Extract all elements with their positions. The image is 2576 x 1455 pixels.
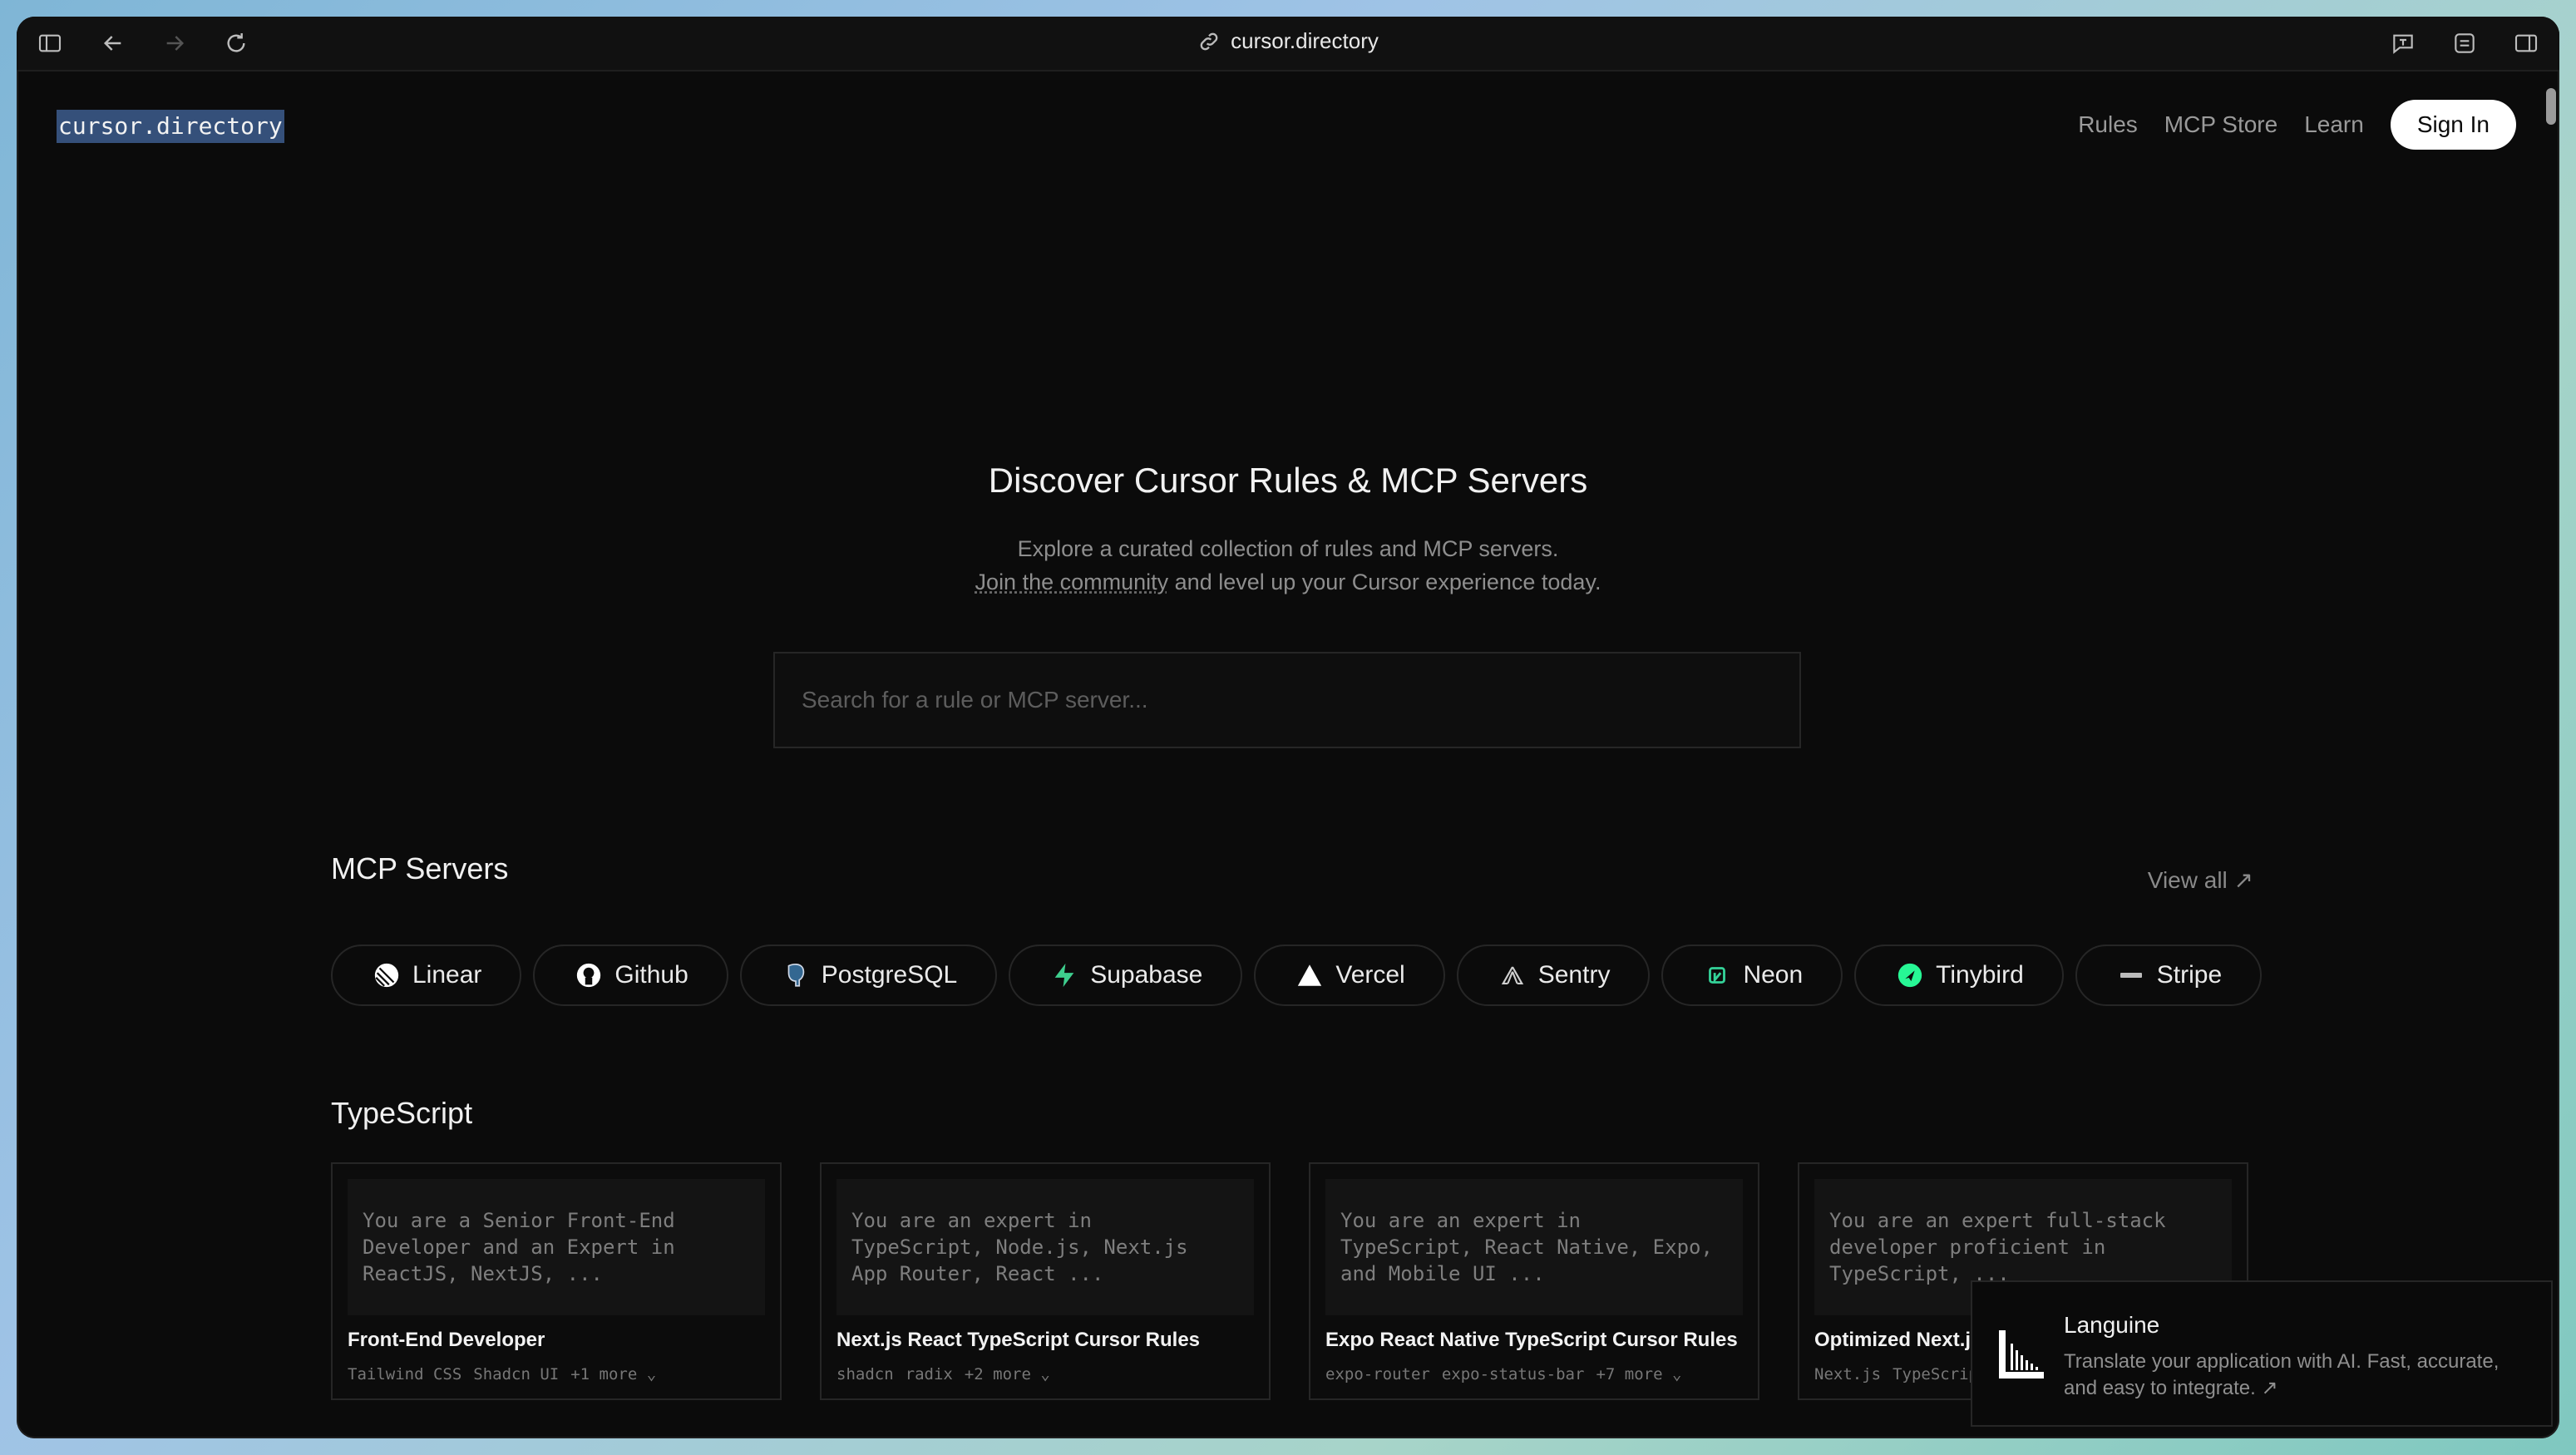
chip-label: Supabase xyxy=(1090,961,1203,989)
rule-tags: Tailwind CSS Shadcn UI +1 more ⌄ xyxy=(348,1365,668,1383)
tinybird-icon xyxy=(1896,961,1924,989)
chip-label: Vercel xyxy=(1335,961,1405,989)
address-bar[interactable]: cursor.directory xyxy=(17,28,2559,54)
sentry-icon xyxy=(1498,961,1527,989)
chip-stripe[interactable]: Stripe xyxy=(2075,945,2262,1006)
chip-supabase[interactable]: Supabase xyxy=(1009,945,1243,1006)
browser-window: cursor.directory cursor.directory Rules … xyxy=(17,17,2559,1438)
languine-promo-toast[interactable]: Languine Translate your application with… xyxy=(1971,1280,2553,1427)
hero-title: Discover Cursor Rules & MCP Servers xyxy=(988,461,1588,500)
neon-icon xyxy=(1703,961,1731,989)
hero-subtitle: Explore a curated collection of rules an… xyxy=(17,532,2559,599)
tag: shadcn xyxy=(836,1365,894,1383)
chip-label: Github xyxy=(614,961,688,989)
stripe-icon xyxy=(2117,961,2145,989)
rule-title: Expo React Native TypeScript Cursor Rule… xyxy=(1325,1329,1738,1351)
more-tags-toggle[interactable]: +1 more ⌄ xyxy=(570,1365,656,1383)
browser-toolbar: cursor.directory xyxy=(17,17,2559,72)
more-tags-toggle[interactable]: +7 more ⌄ xyxy=(1596,1365,1681,1383)
chip-postgresql[interactable]: PostgreSQL xyxy=(739,945,998,1006)
languine-logo-icon xyxy=(1999,1330,2044,1379)
chip-github[interactable]: Github xyxy=(533,945,728,1006)
sign-in-button[interactable]: Sign In xyxy=(2390,100,2516,150)
chip-sentry[interactable]: Sentry xyxy=(1456,945,1651,1006)
page-content: cursor.directory Rules MCP Store Learn S… xyxy=(17,72,2559,1438)
mcp-section-title: MCP Servers xyxy=(331,851,509,885)
join-community-link[interactable]: Join the community xyxy=(975,570,1169,594)
rule-title: Front-End Developer xyxy=(348,1329,545,1351)
chip-label: Linear xyxy=(412,961,482,989)
url-text: cursor.directory xyxy=(1231,28,1379,53)
chat-translate-icon[interactable] xyxy=(2390,30,2416,57)
tag: expo-status-bar xyxy=(1441,1365,1585,1383)
nav-rules[interactable]: Rules xyxy=(2078,111,2138,138)
view-all-link[interactable]: View all ↗ xyxy=(2148,866,2253,894)
chip-tinybird[interactable]: Tinybird xyxy=(1854,945,2064,1006)
rule-card[interactable]: You are an expert in TypeScript, React N… xyxy=(1309,1162,1759,1400)
linear-icon xyxy=(373,961,401,989)
typescript-section-title: TypeScript xyxy=(331,1096,473,1130)
github-icon xyxy=(575,961,603,989)
mcp-chip-row: Linear Github PostgreSQL Supabase Vercel… xyxy=(331,945,2262,1009)
split-view-icon[interactable] xyxy=(2513,30,2539,57)
chip-label: Stripe xyxy=(2156,961,2223,989)
chip-vercel[interactable]: Vercel xyxy=(1254,945,1445,1006)
nav-learn[interactable]: Learn xyxy=(2304,111,2364,138)
search-input[interactable] xyxy=(773,652,1801,748)
hero-line-2: Join the community and level up your Cur… xyxy=(17,565,2559,599)
chip-linear[interactable]: Linear xyxy=(331,945,522,1006)
nav-mcp-store[interactable]: MCP Store xyxy=(2164,111,2277,138)
link-icon xyxy=(1197,30,1221,53)
hero-line-2-rest: and level up your Cursor experience toda… xyxy=(1168,570,1601,594)
chip-neon[interactable]: Neon xyxy=(1661,945,1843,1006)
site-logo[interactable]: cursor.directory xyxy=(57,110,284,143)
rule-code-preview: You are an expert in TypeScript, React N… xyxy=(1325,1179,1743,1315)
top-nav: Rules MCP Store Learn Sign In xyxy=(2078,100,2516,150)
chip-label: PostgreSQL xyxy=(821,961,958,989)
rule-tags: shadcn radix +2 more ⌄ xyxy=(836,1365,1062,1383)
hero-line-1: Explore a curated collection of rules an… xyxy=(1017,536,1559,561)
chip-label: Neon xyxy=(1743,961,1804,989)
rule-code-preview: You are a Senior Front-End Developer and… xyxy=(348,1179,765,1315)
toast-title: Languine xyxy=(2064,1312,2160,1338)
chip-label: Sentry xyxy=(1537,961,1611,989)
rule-title: Next.js React TypeScript Cursor Rules xyxy=(836,1329,1201,1351)
rule-card[interactable]: You are an expert in TypeScript, Node.js… xyxy=(820,1162,1271,1400)
supabase-icon xyxy=(1050,961,1078,989)
scrollbar-thumb[interactable] xyxy=(2546,88,2556,125)
rule-tags: expo-router expo-status-bar +7 more ⌄ xyxy=(1325,1365,1693,1383)
more-tags-toggle[interactable]: +2 more ⌄ xyxy=(965,1365,1050,1383)
tag: expo-router xyxy=(1325,1365,1430,1383)
tag: radix xyxy=(905,1365,953,1383)
toast-description: Translate your application with AI. Fast… xyxy=(2064,1350,2500,1399)
extensions-icon[interactable] xyxy=(2451,30,2478,57)
chip-label: Tinybird xyxy=(1936,961,2024,989)
tag: Next.js xyxy=(1814,1365,1882,1383)
postgresql-icon xyxy=(782,961,810,989)
tag: Tailwind CSS xyxy=(348,1365,462,1383)
tag: Shadcn UI xyxy=(473,1365,560,1383)
rule-card[interactable]: You are a Senior Front-End Developer and… xyxy=(331,1162,782,1400)
vercel-icon xyxy=(1295,961,1324,989)
rule-code-preview: You are an expert in TypeScript, Node.js… xyxy=(836,1179,1254,1315)
